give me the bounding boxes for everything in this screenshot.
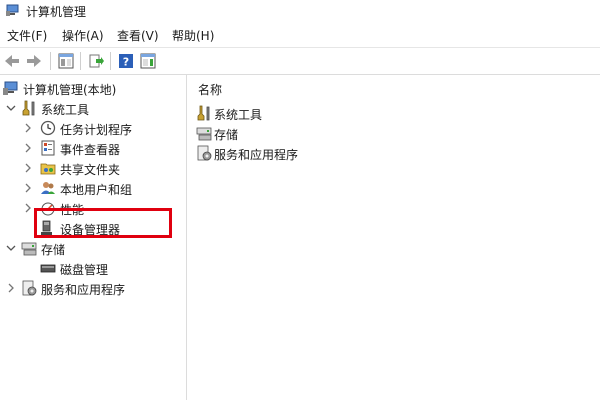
help-icon: ? <box>119 54 133 69</box>
computer-management-icon <box>3 81 18 95</box>
tree-item-label: 服务和应用程序 <box>41 283 126 297</box>
tree-item-task-scheduler[interactable]: 任务计划程序 <box>0 118 186 138</box>
tree-item-label: 系统工具 <box>41 103 90 117</box>
disk-icon <box>40 264 56 273</box>
action-pane-icon <box>140 53 156 69</box>
window-title: 计算机管理 <box>26 5 87 19</box>
tree-item-label: 事件查看器 <box>60 143 121 157</box>
tools-icon <box>197 105 210 121</box>
tree-item-system-tools[interactable]: 系统工具 <box>0 98 186 118</box>
back-button[interactable] <box>2 51 22 71</box>
column-header-name[interactable]: 名称 <box>198 81 222 98</box>
event-log-icon <box>41 140 55 156</box>
menu-view[interactable]: 查看(V) <box>117 27 159 44</box>
list-item-label: 服务和应用程序 <box>214 148 299 162</box>
chevron-right-icon[interactable] <box>23 123 33 133</box>
export-icon <box>89 54 104 68</box>
computer-management-icon <box>6 4 19 16</box>
toolbar-separator <box>80 52 81 70</box>
console-tree-icon <box>58 53 74 69</box>
toolbar-separator <box>50 52 51 70</box>
list-item-label: 系统工具 <box>214 108 263 122</box>
chevron-down-icon[interactable] <box>6 243 16 253</box>
chevron-right-icon[interactable] <box>23 203 33 213</box>
menu-action[interactable]: 操作(A) <box>62 27 104 44</box>
tree-item-label: 共享文件夹 <box>60 163 121 177</box>
services-icon <box>22 280 37 296</box>
title-bar: 计算机管理 <box>0 0 600 22</box>
chevron-right-icon[interactable] <box>23 143 33 153</box>
tools-icon <box>22 100 35 116</box>
help-button[interactable]: ? <box>116 51 136 71</box>
chevron-right-icon[interactable] <box>6 283 16 293</box>
tree-item-storage[interactable]: 存储 <box>0 238 186 258</box>
show-hide-tree-button[interactable] <box>56 51 76 71</box>
svg-text:?: ? <box>123 56 129 69</box>
export-list-button[interactable] <box>86 51 106 71</box>
details-pane: 名称 系统工具 存储 服务和应用程序 <box>188 75 600 400</box>
tree-item-label: 磁盘管理 <box>60 263 109 277</box>
storage-icon <box>196 127 212 141</box>
show-action-pane-button[interactable] <box>138 51 158 71</box>
tree-item-event-viewer[interactable]: 事件查看器 <box>0 138 186 158</box>
tree-item-services-applications[interactable]: 服务和应用程序 <box>0 278 186 298</box>
storage-icon <box>21 242 37 256</box>
tree-item-computer-management[interactable]: 计算机管理(本地) <box>0 78 186 98</box>
menu-help[interactable]: 帮助(H) <box>172 27 214 44</box>
shared-folder-icon <box>40 163 56 175</box>
chevron-right-icon[interactable] <box>23 183 33 193</box>
tree-item-label: 存储 <box>41 243 66 257</box>
toolbar: ? <box>0 47 600 75</box>
tree-item-label: 本地用户和组 <box>60 183 133 197</box>
forward-arrow-icon <box>27 55 41 67</box>
tree-item-label: 计算机管理(本地) <box>23 83 117 97</box>
chevron-down-icon[interactable] <box>6 103 16 113</box>
toolbar-separator <box>110 52 111 70</box>
menu-bar: 文件(F) 操作(A) 查看(V) 帮助(H) <box>0 24 600 46</box>
forward-button[interactable] <box>24 51 44 71</box>
back-arrow-icon <box>5 55 19 67</box>
tree-item-local-users-groups[interactable]: 本地用户和组 <box>0 178 186 198</box>
services-icon <box>197 145 212 161</box>
chevron-right-icon[interactable] <box>23 163 33 173</box>
menu-file[interactable]: 文件(F) <box>7 27 47 44</box>
tree-item-shared-folders[interactable]: 共享文件夹 <box>0 158 186 178</box>
tree-item-disk-management[interactable]: 磁盘管理 <box>0 258 186 278</box>
users-icon <box>41 182 55 194</box>
clock-icon <box>40 120 56 136</box>
highlight-annotation <box>34 208 172 238</box>
tree-item-label: 任务计划程序 <box>60 123 133 137</box>
list-item-label: 存储 <box>214 128 239 142</box>
